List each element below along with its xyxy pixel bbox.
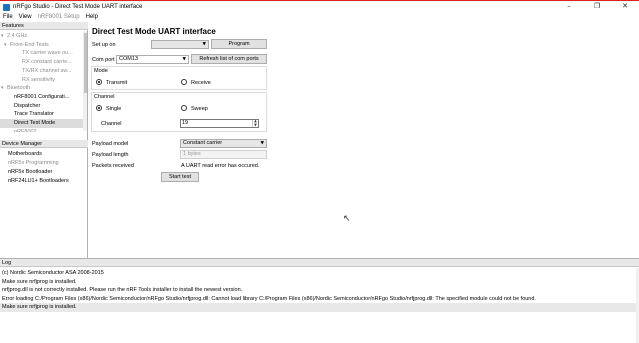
device-item-nrf5x-programming[interactable]: nRF5x Programming (0, 159, 84, 168)
tree-item-rx-constant[interactable]: RX constant carrie... (0, 58, 84, 67)
tree-item-rx-sensitivity[interactable]: RX sensitivity (0, 76, 84, 85)
app-icon (3, 4, 10, 11)
menu-file[interactable]: File (0, 13, 16, 22)
com-port-label: Com port (92, 57, 115, 63)
channel-group-label: Channel (94, 94, 115, 100)
tree-item-nrf8001-config[interactable]: nRF8001 Configurati... (0, 93, 84, 102)
log-line: nrfjprog.dll is not correctly installed.… (2, 287, 243, 293)
tree-item-direct-test-mode[interactable]: Direct Test Mode (0, 119, 84, 128)
spin-arrows-icon[interactable]: ▲ ▼ (252, 119, 258, 127)
payload-model-dropdown[interactable]: Constant carrier ▼ (180, 139, 267, 148)
tree-item-tx-carrier[interactable]: TX carrier wave ou... (0, 49, 84, 58)
menu-view[interactable]: View (16, 13, 35, 22)
tree-item-txrx-channel[interactable]: TX/RX channel sw... (0, 67, 84, 76)
chevron-down-icon: ▼ (260, 141, 264, 146)
device-item-motherboards[interactable]: Motherboards (0, 150, 84, 159)
log-panel: Log (c) Nordic Semiconductor ASA 2008-20… (0, 258, 639, 343)
log-line-selected: Make sure nrfjprog is installed. (0, 303, 636, 312)
minimize-button[interactable]: – (555, 1, 583, 13)
transmit-label: Transmit (106, 79, 128, 86)
tree-item-trace-translator[interactable]: Trace Translator (0, 110, 84, 119)
packets-received-label: Packets received (92, 163, 134, 169)
tree-item-2-4ghz[interactable]: ▾ 2.4 GHz (0, 32, 84, 41)
com-port-dropdown[interactable]: COM13 ▼ (116, 55, 189, 64)
program-button[interactable]: Program (211, 39, 267, 49)
mode-group (91, 66, 267, 90)
log-header: Log (0, 259, 639, 267)
menu-help[interactable]: Help (83, 13, 101, 22)
title-bar: nRFgo Studio - Direct Test Mode UART int… (0, 0, 639, 13)
window-title: nRFgo Studio - Direct Test Mode UART int… (13, 4, 143, 10)
packets-received-value: A UART read error has occured. (181, 163, 260, 169)
chevron-down-icon: ▼ (182, 57, 186, 62)
tree-item-front-end-tests[interactable]: ▾ Front-End Tests (0, 41, 84, 50)
sweep-radio[interactable] (181, 105, 187, 111)
tree-item-bluetooth[interactable]: ▾ Bluetooth (0, 84, 84, 93)
mouse-cursor-icon: ↖ (343, 214, 351, 224)
sweep-label: Sweep (191, 105, 208, 112)
device-manager-header: Device Manager (0, 140, 88, 148)
transmit-radio[interactable] (96, 79, 102, 85)
menu-bar: File View nRF8001 Setup Help (0, 13, 639, 22)
channel-label: Channel (101, 121, 122, 127)
payload-length-label: Payload length (92, 152, 129, 158)
device-item-nrf24lu1-bootloaders[interactable]: nRF24LU1+ Bootloaders (0, 177, 84, 186)
setup-label: Set up on (92, 42, 116, 48)
tree-item-nrf8002[interactable]: nRF8002... (0, 128, 84, 132)
setup-on-dropdown[interactable]: ▼ (151, 40, 209, 49)
menu-nrf8001-setup[interactable]: nRF8001 Setup (35, 13, 83, 22)
features-scrollbar[interactable] (83, 31, 87, 131)
dtm-panel: Direct Test Mode UART interface Set up o… (89, 22, 268, 258)
payload-length-spinbox[interactable]: 1 bytes (180, 150, 267, 159)
refresh-com-ports-button[interactable]: Refresh list of com ports (191, 54, 267, 64)
close-button[interactable]: ✕ (611, 1, 639, 13)
window-controls: – ❐ ✕ (555, 1, 639, 13)
restore-button[interactable]: ❐ (583, 1, 611, 13)
start-test-button[interactable]: Start test (161, 172, 199, 182)
page-title: Direct Test Mode UART interface (92, 27, 216, 36)
log-line: Error loading C:/Program Files (x86)/Nor… (2, 295, 536, 302)
receive-radio[interactable] (181, 79, 187, 85)
log-line: (c) Nordic Semiconductor ASA 2008-2015 (2, 270, 104, 276)
payload-model-label: Payload model (92, 141, 129, 147)
left-panel: Features ▾ 2.4 GHz ▾ Front-End Tests TX ca… (0, 22, 88, 258)
scroll-thumb[interactable] (83, 33, 87, 93)
single-label: Single (106, 105, 122, 112)
single-radio[interactable] (96, 105, 102, 111)
log-line: Make sure nrfjprog is installed. (2, 278, 77, 285)
mode-label: Mode (94, 68, 108, 74)
receive-label: Receive (191, 79, 211, 86)
chevron-down-icon: ▼ (202, 42, 206, 47)
features-header: Features (0, 22, 88, 30)
channel-spinbox[interactable]: 19 ▲ ▼ (180, 119, 259, 128)
device-item-nrf5x-bootloader[interactable]: nRF5x Bootloader (0, 168, 84, 177)
tree-item-dispatcher[interactable]: Dispatcher (0, 102, 84, 111)
